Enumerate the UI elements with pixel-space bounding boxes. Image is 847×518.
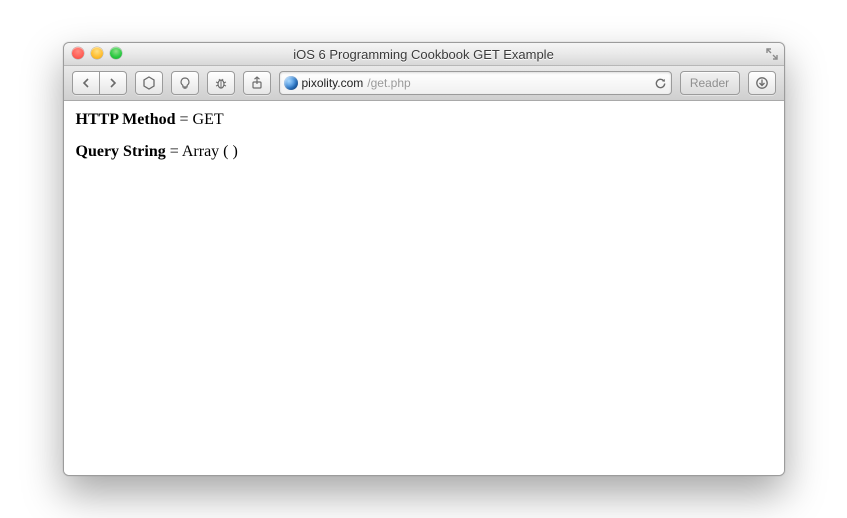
toolbar: pixolity.com/get.php Reader [64,66,784,101]
close-button[interactable] [72,47,84,59]
reader-label: Reader [690,76,729,90]
traffic-lights [72,47,122,59]
bug-icon [214,76,228,90]
address-path: /get.php [367,76,410,90]
hexagon-icon [142,76,156,90]
content-line-2: Query String = Array ( ) [76,143,772,161]
reload-button[interactable] [654,77,667,90]
omnibar-button-2[interactable] [171,71,199,95]
content-line-1: HTTP Method = GET [76,111,772,129]
lightbulb-icon [178,76,192,90]
line2-label: Query String [76,143,166,160]
zoom-button[interactable] [110,47,122,59]
line1-label: HTTP Method [76,111,176,128]
omnibar-button-3[interactable] [207,71,235,95]
share-icon [250,76,264,90]
safari-window: iOS 6 Programming Cookbook GET Example [63,42,785,476]
omnibar-button-1[interactable] [135,71,163,95]
download-icon [755,76,769,90]
address-host: pixolity.com [302,76,364,90]
line2-value: Array ( ) [182,143,238,160]
reader-button[interactable]: Reader [680,71,740,95]
site-favicon [284,76,298,90]
forward-button[interactable] [100,71,127,95]
share-button[interactable] [243,71,271,95]
chevron-right-icon [108,78,118,88]
address-bar[interactable]: pixolity.com/get.php [279,71,672,95]
reload-icon [654,77,667,90]
chevron-left-icon [81,78,91,88]
back-button[interactable] [72,71,100,95]
page-content: HTTP Method = GET Query String = Array (… [64,101,784,475]
nav-group [72,71,127,95]
fullscreen-icon[interactable] [766,48,778,60]
minimize-button[interactable] [91,47,103,59]
titlebar: iOS 6 Programming Cookbook GET Example [64,43,784,66]
window-title: iOS 6 Programming Cookbook GET Example [64,47,784,62]
downloads-button[interactable] [748,71,776,95]
line1-value: GET [193,111,224,128]
